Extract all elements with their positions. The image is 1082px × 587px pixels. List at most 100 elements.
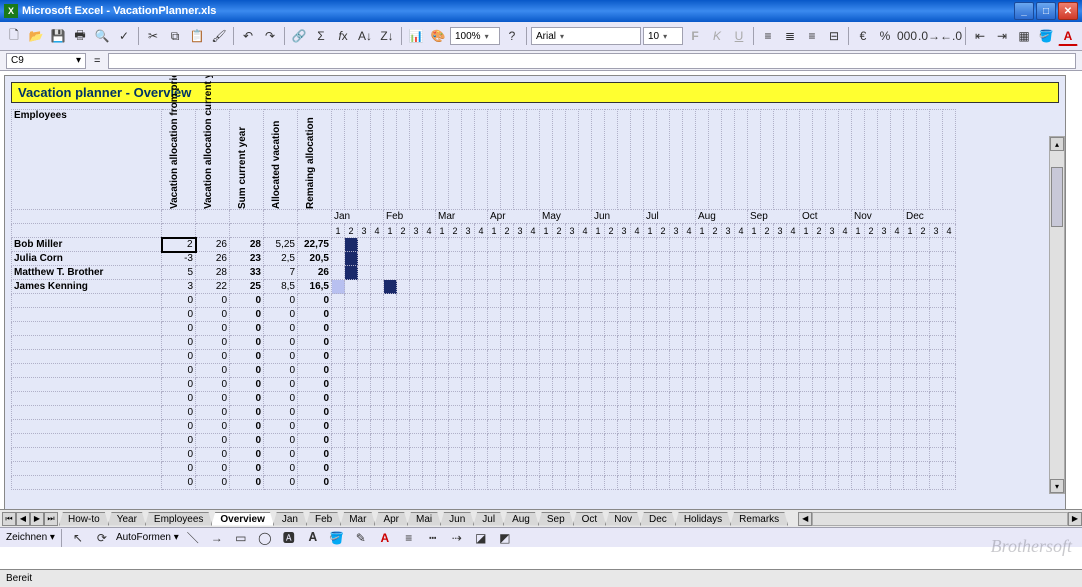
new-icon[interactable]: 🗋	[4, 26, 24, 46]
table-row[interactable]: Bob Miller226285,2522,75	[12, 238, 956, 252]
sheet-tab-overview[interactable]: Overview	[211, 512, 273, 526]
inc-decimal-icon[interactable]: .0→	[919, 26, 939, 46]
align-right-icon[interactable]: ≡	[802, 26, 822, 46]
oval-icon[interactable]: ◯	[255, 528, 275, 548]
table-row[interactable]: 00000	[12, 392, 956, 406]
autosum-icon[interactable]: Σ	[311, 26, 331, 46]
formula-input[interactable]	[108, 53, 1076, 69]
sort-asc-icon[interactable]: A↓	[355, 26, 375, 46]
align-left-icon[interactable]: ≡	[758, 26, 778, 46]
line-color-icon[interactable]: ✎	[351, 528, 371, 548]
chart-icon[interactable]: 📊	[406, 26, 426, 46]
vertical-scrollbar[interactable]: ▴ ▾	[1049, 136, 1065, 494]
tab-first-icon[interactable]: ⏮	[2, 512, 16, 526]
format-painter-icon[interactable]: 🖌	[209, 26, 229, 46]
threed-icon[interactable]: ◩	[495, 528, 515, 548]
textbox-icon[interactable]: 🅰	[279, 528, 299, 548]
open-icon[interactable]: 📂	[26, 26, 46, 46]
arrow-style-icon[interactable]: ⇢	[447, 528, 467, 548]
table-row[interactable]: 00000	[12, 448, 956, 462]
table-row[interactable]: Matthew T. Brother52833726	[12, 266, 956, 280]
sheet-tab-nov[interactable]: Nov	[605, 512, 641, 526]
sheet-tab-remarks[interactable]: Remarks	[730, 512, 788, 526]
table-row[interactable]: 00000	[12, 336, 956, 350]
zoom-select[interactable]: 100%▾	[450, 27, 500, 45]
table-row[interactable]: 00000	[12, 378, 956, 392]
cut-icon[interactable]: ✂	[143, 26, 163, 46]
sheet-tab-sep[interactable]: Sep	[538, 512, 574, 526]
comma-icon[interactable]: 000	[897, 26, 917, 46]
sheet-tab-mar[interactable]: Mar	[340, 512, 375, 526]
tab-last-icon[interactable]: ⏭	[44, 512, 58, 526]
font-color-icon[interactable]: A	[1058, 26, 1078, 46]
sheet-tab-mai[interactable]: Mai	[407, 512, 441, 526]
sort-desc-icon[interactable]: Z↓	[377, 26, 397, 46]
line-icon[interactable]: ＼	[183, 528, 203, 548]
borders-icon[interactable]: ▦	[1014, 26, 1034, 46]
preview-icon[interactable]: 🔍	[92, 26, 112, 46]
rect-icon[interactable]: ▭	[231, 528, 251, 548]
table-row[interactable]: 00000	[12, 294, 956, 308]
redo-icon[interactable]: ↷	[260, 26, 280, 46]
currency-icon[interactable]: €	[853, 26, 873, 46]
indent-dec-icon[interactable]: ⇤	[970, 26, 990, 46]
minimize-button[interactable]: _	[1014, 2, 1034, 20]
table-row[interactable]: James Kenning322258,516,5	[12, 280, 956, 294]
select-arrow-icon[interactable]: ↖	[68, 528, 88, 548]
shadow-icon[interactable]: ◪	[471, 528, 491, 548]
table-row[interactable]: 00000	[12, 420, 956, 434]
table-row[interactable]: 00000	[12, 322, 956, 336]
help-icon[interactable]: ?	[502, 26, 522, 46]
sheet-tab-aug[interactable]: Aug	[503, 512, 539, 526]
print-icon[interactable]: 🖶	[70, 26, 90, 46]
wordart-icon[interactable]: 𝐀	[303, 528, 323, 548]
percent-icon[interactable]: %	[875, 26, 895, 46]
table-row[interactable]: 00000	[12, 434, 956, 448]
tab-next-icon[interactable]: ▶	[30, 512, 44, 526]
copy-icon[interactable]: ⧉	[165, 26, 185, 46]
undo-icon[interactable]: ↶	[238, 26, 258, 46]
table-row[interactable]: 00000	[12, 308, 956, 322]
sheet-tab-jan[interactable]: Jan	[273, 512, 307, 526]
sheet-tab-jun[interactable]: Jun	[440, 512, 474, 526]
table-row[interactable]: 00000	[12, 406, 956, 420]
close-button[interactable]: ✕	[1058, 2, 1078, 20]
dec-decimal-icon[interactable]: ←.0	[941, 26, 961, 46]
bold-icon[interactable]: F	[685, 26, 705, 46]
fill-color-icon[interactable]: 🪣	[1036, 26, 1056, 46]
sheet-tab-how-to[interactable]: How-to	[59, 512, 109, 526]
tab-prev-icon[interactable]: ◀	[16, 512, 30, 526]
sheet-tab-jul[interactable]: Jul	[473, 512, 504, 526]
rotate-icon[interactable]: ⟳	[92, 528, 112, 548]
line-style-icon[interactable]: ≡	[399, 528, 419, 548]
autoshapes-menu[interactable]: AutoFormen ▾	[116, 532, 179, 543]
table-row[interactable]: 00000	[12, 350, 956, 364]
save-icon[interactable]: 💾	[48, 26, 68, 46]
worksheet[interactable]: Vacation planner - Overview EmployeesVac…	[4, 75, 1066, 535]
link-icon[interactable]: 🔗	[289, 26, 309, 46]
sheet-tab-holidays[interactable]: Holidays	[675, 512, 731, 526]
sheet-tab-apr[interactable]: Apr	[374, 512, 408, 526]
sheet-tab-dec[interactable]: Dec	[640, 512, 676, 526]
horizontal-scrollbar[interactable]: ◀▶	[798, 512, 1082, 526]
paste-icon[interactable]: 📋	[187, 26, 207, 46]
arrow-icon[interactable]: →	[207, 528, 227, 548]
dash-style-icon[interactable]: ┅	[423, 528, 443, 548]
italic-icon[interactable]: K	[707, 26, 727, 46]
font-color-icon[interactable]: A	[375, 528, 395, 548]
sheet-tab-employees[interactable]: Employees	[145, 512, 212, 526]
maximize-button[interactable]: □	[1036, 2, 1056, 20]
table-row[interactable]: 00000	[12, 476, 956, 490]
table-row[interactable]: Julia Corn-326232,520,5	[12, 252, 956, 266]
table-row[interactable]: 00000	[12, 364, 956, 378]
drawing-icon[interactable]: 🎨	[428, 26, 448, 46]
sheet-tab-oct[interactable]: Oct	[573, 512, 607, 526]
name-box[interactable]: C9▾	[6, 53, 86, 69]
fx-icon[interactable]: fx	[333, 26, 353, 46]
spell-icon[interactable]: ✓	[114, 26, 134, 46]
indent-inc-icon[interactable]: ⇥	[992, 26, 1012, 46]
sheet-tab-feb[interactable]: Feb	[306, 512, 341, 526]
draw-menu[interactable]: Zeichnen ▾	[6, 532, 55, 543]
fill-icon[interactable]: 🪣	[327, 528, 347, 548]
align-center-icon[interactable]: ≣	[780, 26, 800, 46]
